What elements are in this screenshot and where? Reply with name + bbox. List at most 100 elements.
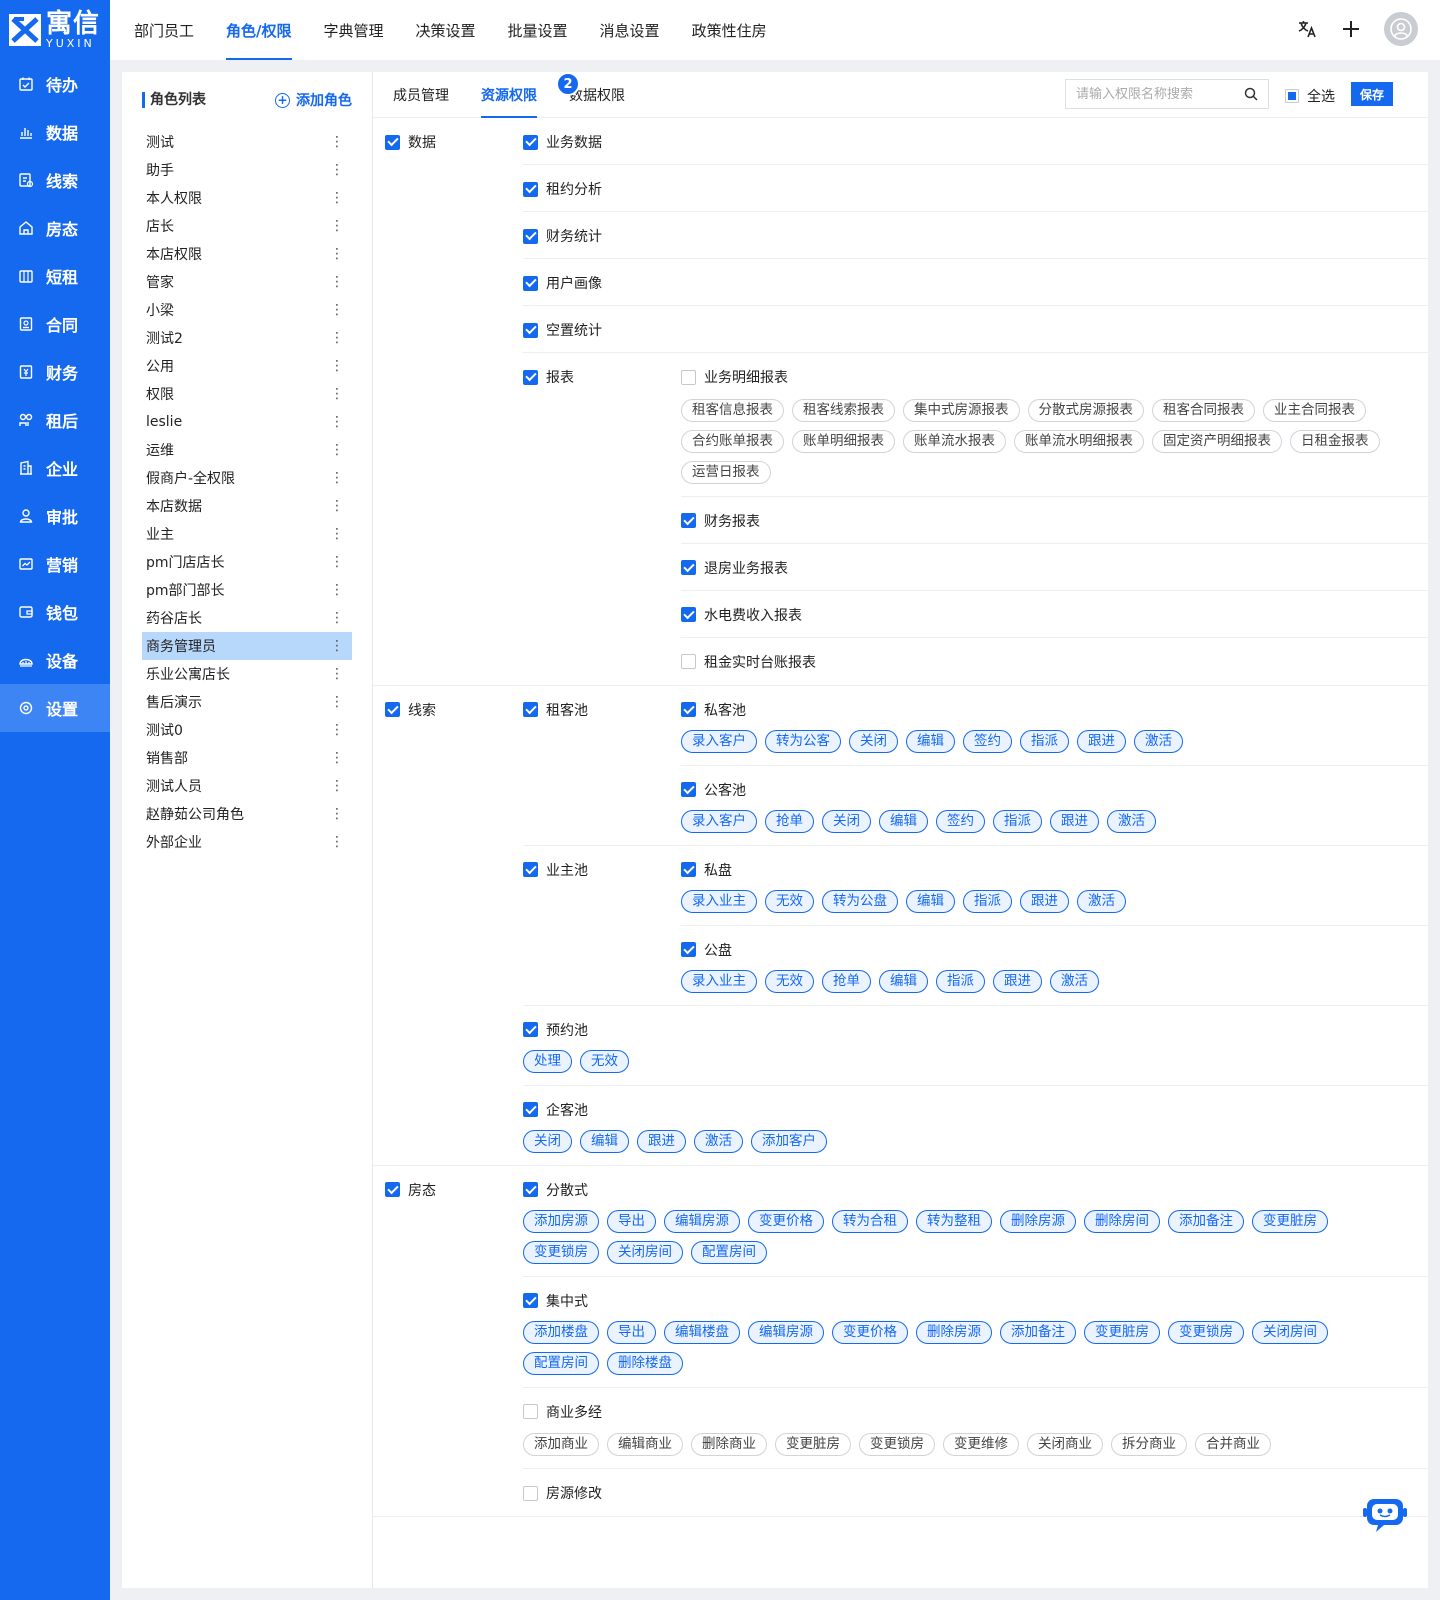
permission-tag[interactable]: 处理 [523,1049,572,1073]
sidebar-item-2[interactable]: 线索 [0,156,110,204]
permission-tag[interactable]: 激活 [1077,889,1126,913]
role-item[interactable]: pm门店店长 ⋮ [142,548,352,576]
permission-tag[interactable]: 租客合同报表 [1152,398,1255,422]
permission-tag[interactable]: 转为整租 [916,1209,992,1233]
checkbox-enterprise-pool[interactable]: 企客池 [523,1100,588,1120]
permission-tag[interactable]: 变更锁房 [523,1240,599,1264]
more-vertical-icon[interactable]: ⋮ [330,358,344,374]
permission-tag[interactable]: 删除楼盘 [607,1351,683,1375]
checkbox-owner_pool-private[interactable]: 私盘 [681,860,732,880]
permission-tag[interactable]: 删除房源 [1000,1209,1076,1233]
more-vertical-icon[interactable]: ⋮ [330,526,344,542]
permission-tag[interactable]: 变更维修 [943,1433,1019,1456]
permission-tag[interactable]: 指派 [936,969,985,993]
sidebar-item-5[interactable]: 合同 [0,300,110,348]
role-item[interactable]: 本店权限 ⋮ [142,240,352,268]
permission-tag[interactable]: 变更锁房 [859,1433,935,1456]
more-vertical-icon[interactable]: ⋮ [330,246,344,262]
permission-tag[interactable]: 激活 [1134,729,1183,753]
permission-tag[interactable]: 删除商业 [691,1433,767,1456]
checkbox-centralized[interactable]: 集中式 [523,1291,588,1311]
sidebar-item-4[interactable]: 短租 [0,252,110,300]
role-item[interactable]: 测试 ⋮ [142,128,352,156]
permission-tag[interactable]: 添加楼盘 [523,1320,599,1344]
checkbox-report-item[interactable]: 租金实时台账报表 [681,652,816,672]
permission-tag[interactable]: 固定资产明细报表 [1152,429,1282,453]
checkbox-data-item[interactable]: 租约分析 [523,179,602,199]
permission-tag[interactable]: 激活 [1107,809,1156,833]
sidebar-item-11[interactable]: 钱包 [0,588,110,636]
translate-icon[interactable] [1296,18,1318,40]
permission-tag[interactable]: 运营日报表 [681,460,771,484]
permission-tag[interactable]: 编辑 [879,809,928,833]
permission-tag[interactable]: 变更脏房 [1084,1320,1160,1344]
checkbox-report[interactable]: 报表 [523,367,574,387]
checkbox-owner_pool-public[interactable]: 公盘 [681,940,732,960]
checkbox-owner_pool[interactable]: 业主池 [523,860,588,880]
sidebar-item-13[interactable]: 设置 [0,684,110,732]
top-tab-4[interactable]: 批量设置 [508,0,568,60]
permission-tag[interactable]: 拆分商业 [1111,1433,1187,1456]
permission-tag[interactable]: 关闭 [849,729,898,753]
permission-tag[interactable]: 激活 [1050,969,1099,993]
permission-tag[interactable]: 删除房间 [1084,1209,1160,1233]
role-item[interactable]: 药谷店长 ⋮ [142,604,352,632]
permission-tag[interactable]: 关闭商业 [1027,1433,1103,1456]
checkbox-booking-pool[interactable]: 预约池 [523,1020,588,1040]
permission-tag[interactable]: 编辑 [580,1129,629,1153]
permission-tag[interactable]: 合约账单报表 [681,429,784,453]
permission-tag[interactable]: 录入客户 [681,809,757,833]
role-item[interactable]: 赵静茹公司角色 ⋮ [142,800,352,828]
permission-tag[interactable]: 变更脏房 [1252,1209,1328,1233]
tab-member[interactable]: 成员管理 [393,72,449,118]
sidebar-item-7[interactable]: 租后 [0,396,110,444]
permission-tag[interactable]: 指派 [993,809,1042,833]
more-vertical-icon[interactable]: ⋮ [330,750,344,766]
checkbox-report-item[interactable]: 水电费收入报表 [681,605,802,625]
permission-tag[interactable]: 账单明细报表 [792,429,895,453]
permission-tag[interactable]: 指派 [1020,729,1069,753]
permission-tag[interactable]: 导出 [607,1320,656,1344]
permission-tag[interactable]: 抢单 [822,969,871,993]
checkbox-biz-detail-report[interactable]: 业务明细报表 [681,367,788,387]
permission-tag[interactable]: 关闭 [523,1129,572,1153]
more-vertical-icon[interactable]: ⋮ [330,274,344,290]
add-icon[interactable] [1340,18,1362,40]
checkbox-clue[interactable]: 线索 [385,700,436,720]
permission-tag[interactable]: 编辑 [906,729,955,753]
permission-tag[interactable]: 日租金报表 [1290,429,1380,453]
permission-tag[interactable]: 无效 [765,889,814,913]
more-vertical-icon[interactable]: ⋮ [330,386,344,402]
checkbox-data-item[interactable]: 财务统计 [523,226,602,246]
top-tab-0[interactable]: 部门员工 [134,0,194,60]
permission-tag[interactable]: 添加房源 [523,1209,599,1233]
permission-tag[interactable]: 关闭房间 [1252,1320,1328,1344]
role-item[interactable]: pm部门部长 ⋮ [142,576,352,604]
role-item[interactable]: 运维 ⋮ [142,436,352,464]
role-item[interactable]: leslie ⋮ [142,408,352,436]
permission-tag[interactable]: 无效 [580,1049,629,1073]
more-vertical-icon[interactable]: ⋮ [330,834,344,850]
role-item[interactable]: 售后演示 ⋮ [142,688,352,716]
role-item[interactable]: 管家 ⋮ [142,268,352,296]
top-tab-3[interactable]: 决策设置 [416,0,476,60]
more-vertical-icon[interactable]: ⋮ [330,134,344,150]
permission-tag[interactable]: 编辑房源 [664,1209,740,1233]
permission-tag[interactable]: 删除房源 [916,1320,992,1344]
permission-tag[interactable]: 业主合同报表 [1263,398,1366,422]
permission-tag[interactable]: 抢单 [765,809,814,833]
checkbox-data-item[interactable]: 空置统计 [523,320,602,340]
more-vertical-icon[interactable]: ⋮ [330,414,344,430]
select-all-checkbox[interactable]: 全选 [1285,86,1335,106]
permission-tag[interactable]: 变更脏房 [775,1433,851,1456]
sidebar-item-12[interactable]: 设备 [0,636,110,684]
permission-tag[interactable]: 添加商业 [523,1433,599,1456]
permission-tag[interactable]: 配置房间 [691,1240,767,1264]
sidebar-item-0[interactable]: 待办 [0,60,110,108]
permission-tag[interactable]: 签约 [963,729,1012,753]
top-tab-6[interactable]: 政策性住房 [692,0,767,60]
top-tab-1[interactable]: 角色/权限 [226,0,292,60]
permission-tag[interactable]: 租客信息报表 [681,398,784,422]
checkbox-house[interactable]: 房态 [385,1180,436,1200]
sidebar-item-3[interactable]: 房态 [0,204,110,252]
